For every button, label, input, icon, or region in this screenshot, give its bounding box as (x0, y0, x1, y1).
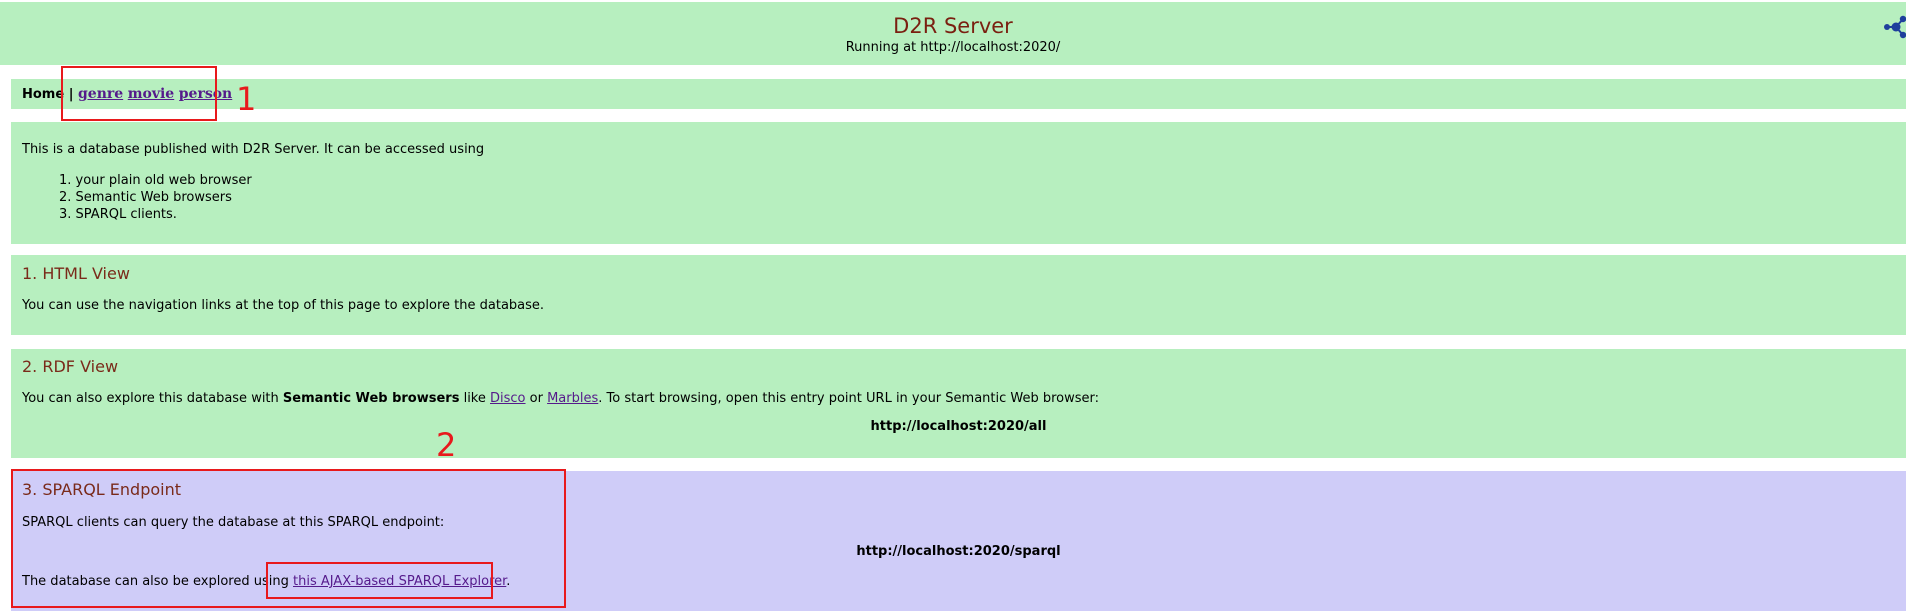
rdf-icon[interactable] (1884, 14, 1906, 40)
rdf-text-b: like (459, 391, 491, 406)
entry-point-url: http://localhost:2020/all (870, 419, 1047, 434)
rdf-text-bold: Semantic Web browsers (282, 391, 460, 406)
page-title: D2R Server (893, 14, 1013, 38)
rdf-view-text: You can also explore this database with … (22, 390, 1099, 408)
marbles-link[interactable]: Marbles (547, 391, 598, 406)
html-view-heading: 1. HTML View (22, 264, 130, 283)
rdf-text-d: . To start browsing, open this entry poi… (598, 391, 1100, 406)
list-item: 1. your plain old web browser (59, 173, 252, 188)
intro-text: This is a database published with D2R Se… (22, 142, 485, 157)
annotation-label-2: 2 (436, 426, 457, 464)
list-item: 2. Semantic Web browsers (59, 190, 232, 205)
page-subtitle: Running at http://localhost:2020/ (845, 40, 1061, 55)
html-view-section: 1. HTML View You can use the navigation … (11, 255, 1906, 335)
annotation-box-explorer (266, 562, 493, 599)
rdf-view-heading: 2. RDF View (22, 357, 119, 376)
navigation-bar: Home | genre movie person (11, 79, 1906, 109)
intro-section: This is a database published with D2R Se… (11, 122, 1906, 244)
rdf-text-c: or (525, 391, 548, 406)
rdf-view-section: 2. RDF View You can also explore this da… (11, 349, 1906, 458)
list-item: 3. SPARQL clients. (59, 207, 177, 222)
rdf-text-a: You can also explore this database with (22, 391, 283, 406)
annotation-label-1: 1 (236, 80, 257, 118)
html-view-text: You can use the navigation links at the … (22, 298, 545, 313)
disco-link[interactable]: Disco (490, 391, 526, 406)
nav-home: Home (22, 87, 65, 102)
access-method-list: 1. your plain old web browser 2. Semanti… (59, 172, 252, 223)
page-header: D2R Server Running at http://localhost:2… (0, 2, 1906, 65)
annotation-box-1 (61, 66, 217, 121)
